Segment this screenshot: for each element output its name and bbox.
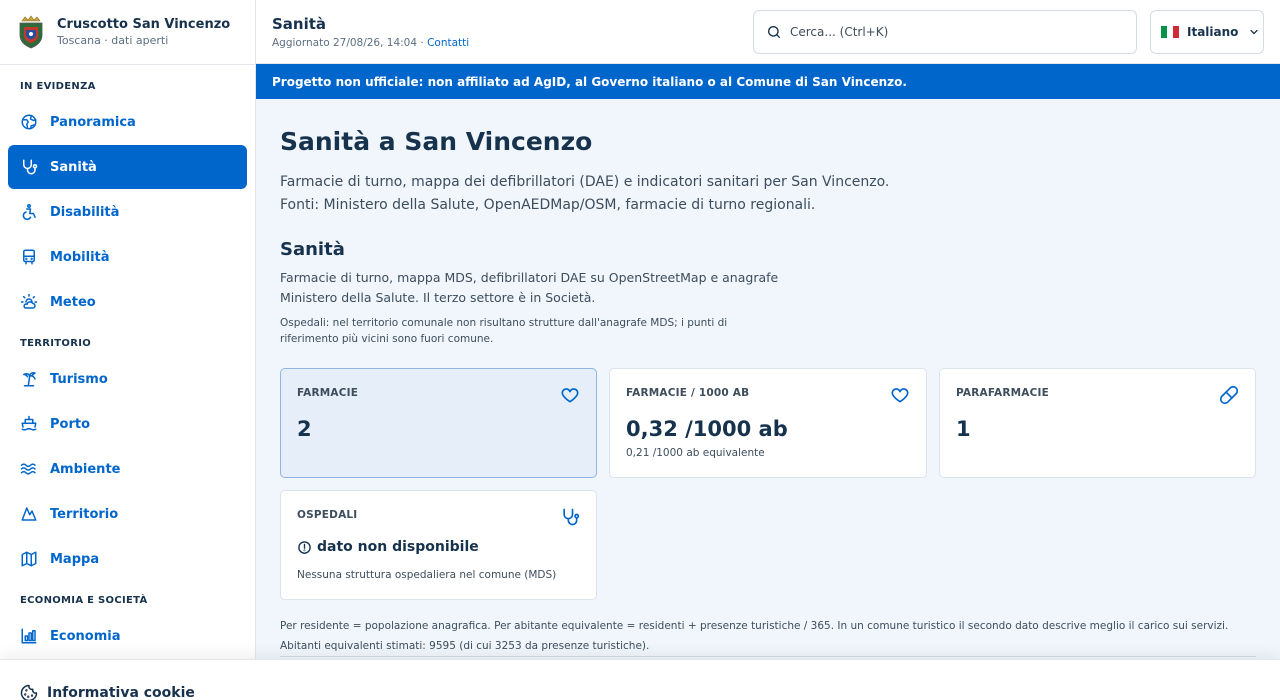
kpi-label: FARMACIE — [297, 387, 359, 399]
palm-tree-icon — [23, 372, 36, 387]
sidebar-item-label: Territorio — [50, 506, 119, 522]
sidebar-item-label: Disabilità — [50, 204, 120, 220]
top-header: Sanità Aggiornato 27/08/26, 14:04 · Cont… — [256, 0, 1280, 64]
cookie-icon — [20, 684, 38, 700]
heart-icon — [561, 388, 579, 403]
kpi-subvalue: Nessuna struttura ospedaliera nel comune… — [297, 569, 557, 581]
kpi-label: FARMACIE / 1000 AB — [626, 387, 750, 399]
sidebar-item-ambiente[interactable]: Ambiente — [8, 447, 247, 491]
kpi-label: PARAFARMACIE — [956, 387, 1050, 399]
cookie-label: Informativa cookie — [47, 685, 195, 700]
search-input[interactable] — [790, 25, 1110, 39]
lead-line-1: Farmacie di turno, mappa dei defibrillat… — [280, 174, 890, 190]
brand[interactable]: Cruscotto San Vincenzo Toscana · dati ap… — [0, 0, 255, 65]
kpi-card-farmacie[interactable]: FARMACIE 2 — [280, 368, 597, 478]
sidebar-item-panoramica[interactable]: Panoramica — [8, 100, 247, 144]
sidebar-item-label: Porto — [50, 416, 91, 432]
language-selector[interactable]: Italiano — [1150, 10, 1264, 54]
kpi-unavailable: dato non disponibile — [297, 539, 479, 555]
ship-icon — [21, 415, 37, 431]
section-label-economia-societa: ECONOMIA E SOCIETÀ — [20, 594, 148, 606]
pill-icon — [1219, 385, 1239, 405]
sidebar-item-label: Turismo — [50, 371, 108, 387]
sidebar-item-label: Economia — [50, 628, 121, 644]
last-updated-text: Aggiornato 27/08/26, 14:04 · — [272, 37, 428, 49]
sidebar-item-turismo[interactable]: Turismo — [8, 357, 247, 401]
language-label: Italiano — [1187, 25, 1239, 39]
search-icon — [768, 26, 780, 38]
last-updated: Aggiornato 27/08/26, 14:04 · Contatti — [272, 37, 469, 49]
sidebar-item-mappa[interactable]: Mappa — [8, 537, 247, 581]
stethoscope-icon — [23, 159, 38, 175]
chevron-down-icon — [1250, 29, 1259, 35]
disclaimer-banner: Progetto non ufficiale: non affiliato ad… — [256, 64, 1280, 99]
sidebar-item-porto[interactable]: Porto — [8, 402, 247, 446]
brand-subtitle: Toscana · dati aperti — [57, 34, 169, 47]
accessibility-icon — [22, 204, 36, 221]
search-box[interactable] — [753, 10, 1137, 54]
section-label-territorio: TERRITORIO — [20, 337, 92, 349]
kpi-unavailable-text: dato non disponibile — [317, 539, 479, 555]
kpi-value: 1 — [956, 417, 971, 441]
main-content: Sanità a San Vincenzo Farmacie di turno,… — [256, 99, 1280, 700]
crest-logo-icon — [19, 15, 43, 49]
footnote: Per residente = popolazione anagrafica. … — [280, 620, 1229, 652]
kpi-label: OSPEDALI — [297, 509, 358, 521]
map-icon — [21, 551, 37, 567]
kpi-subvalue: 0,21 /1000 ab equivalente — [626, 447, 765, 459]
sidebar-item-disabilita[interactable]: Disabilità — [8, 190, 247, 234]
sidebar-item-territorio[interactable]: Territorio — [8, 492, 247, 536]
globe-icon — [21, 114, 37, 130]
kpi-card-ospedali[interactable]: OSPEDALI dato non disponibile Nessuna st… — [280, 490, 597, 600]
section-label-in-evidenza: IN EVIDENZA — [20, 80, 96, 92]
sidebar-item-label: Panoramica — [50, 114, 136, 130]
section-description: Farmacie di turno, mappa MDS, defibrilla… — [280, 270, 779, 305]
page-header-title: Sanità — [272, 15, 327, 33]
page-title: Sanità a San Vincenzo — [280, 127, 593, 156]
waves-icon — [20, 463, 36, 475]
section-note: Ospedali: nel territorio comunale non ri… — [280, 317, 728, 345]
contacts-link[interactable]: Contatti — [427, 37, 469, 49]
sidebar-item-label: Mobilità — [50, 249, 110, 265]
kpi-card-parafarmacie[interactable]: PARAFARMACIE 1 — [939, 368, 1256, 478]
sidebar-item-mobilita[interactable]: Mobilità — [8, 235, 247, 279]
cookie-bar[interactable]: Informativa cookie — [0, 659, 1280, 700]
stethoscope-icon — [563, 508, 580, 526]
page-lead: Farmacie di turno, mappa dei defibrillat… — [280, 171, 980, 217]
heart-icon — [891, 388, 909, 403]
sidebar-item-label: Mappa — [50, 551, 100, 567]
sidebar-item-meteo[interactable]: Meteo — [8, 280, 247, 324]
brand-title: Cruscotto San Vincenzo — [57, 17, 231, 32]
sidebar-item-economia[interactable]: Economia — [8, 614, 247, 658]
kpi-value: 2 — [297, 417, 312, 441]
sun-cloud-icon — [20, 293, 38, 309]
italy-flag-icon — [1161, 26, 1179, 38]
sidebar: Cruscotto San Vincenzo Toscana · dati ap… — [0, 0, 256, 700]
sidebar-item-sanita[interactable]: Sanità — [8, 145, 247, 189]
mountain-icon — [21, 507, 37, 521]
kpi-card-farmacie-per-1000[interactable]: FARMACIE / 1000 AB 0,32 /1000 ab 0,21 /1… — [609, 368, 927, 478]
kpi-value: 0,32 /1000 ab — [626, 417, 788, 441]
sidebar-item-label: Ambiente — [50, 461, 121, 477]
divider — [280, 656, 1256, 657]
chart-icon — [21, 628, 37, 644]
sidebar-item-label: Sanità — [50, 159, 97, 175]
lead-line-2: Fonti: Ministero della Salute, OpenAEDMa… — [280, 197, 816, 213]
bus-icon — [23, 249, 35, 265]
sidebar-item-label: Meteo — [50, 294, 96, 310]
cookie-bar-content[interactable]: Informativa cookie — [20, 684, 195, 700]
section-title: Sanità — [280, 239, 345, 260]
alert-circle-icon — [298, 540, 311, 554]
